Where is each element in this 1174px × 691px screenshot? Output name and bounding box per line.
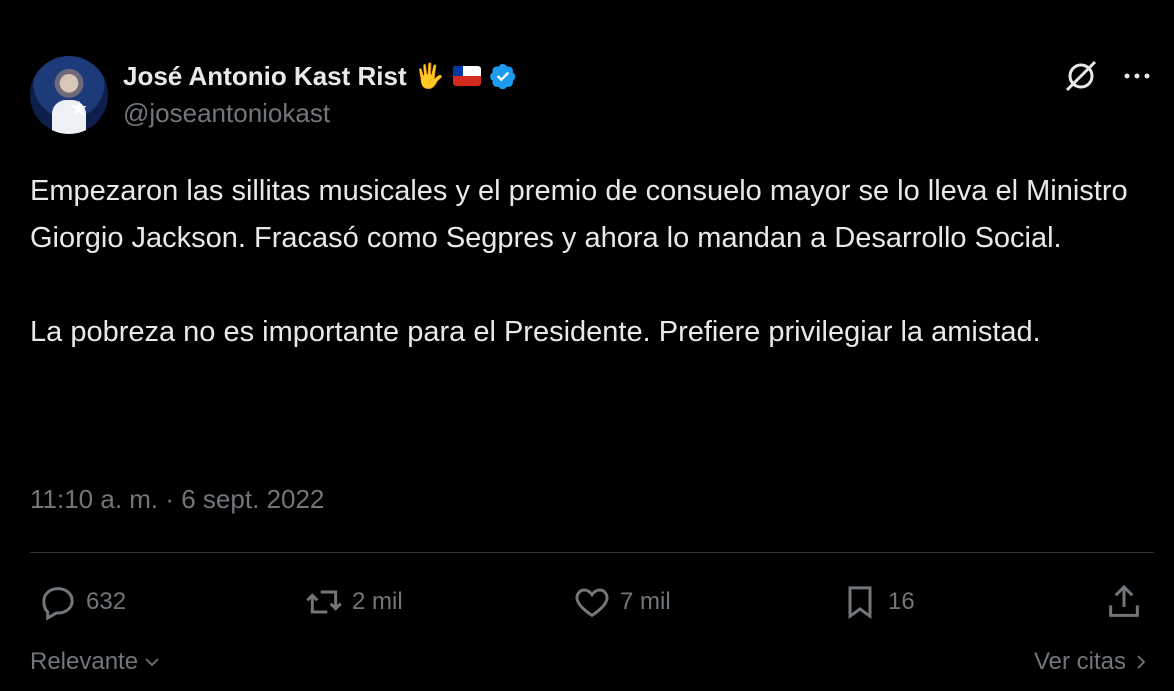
- sort-replies-dropdown[interactable]: Relevante: [30, 648, 162, 676]
- view-quotes-link[interactable]: Ver citas: [1034, 648, 1150, 676]
- verified-badge-icon[interactable]: [489, 62, 517, 90]
- reply-button[interactable]: 632: [38, 582, 126, 622]
- share-button[interactable]: [1104, 582, 1144, 622]
- tweet-timestamp[interactable]: 11:10 a. m. · 6 sept. 2022: [30, 484, 324, 515]
- author-handle[interactable]: @joseantoniokast: [123, 98, 330, 129]
- share-icon: [1109, 584, 1139, 617]
- chevron-right-icon: [1137, 655, 1146, 669]
- bookmark-count: 16: [888, 588, 915, 615]
- tweet-paragraph: Empezaron las sillitas musicales y el pr…: [30, 175, 1128, 254]
- like-icon: [575, 588, 609, 618]
- bookmark-button[interactable]: 16: [840, 582, 915, 622]
- like-button[interactable]: 7 mil: [572, 582, 671, 622]
- reply-count: 632: [86, 588, 127, 615]
- chevron-down-icon: [145, 658, 159, 667]
- grok-icon[interactable]: [1063, 58, 1099, 94]
- sort-label: Relevante: [30, 648, 139, 675]
- repost-button[interactable]: 2 mil: [304, 582, 403, 622]
- repost-count: 2 mil: [352, 588, 403, 615]
- like-count: 7 mil: [620, 588, 671, 615]
- tweet-paragraph: La pobreza no es importante para el Pres…: [30, 316, 1041, 348]
- reply-icon: [42, 587, 74, 621]
- bookmark-icon: [848, 586, 872, 620]
- author-name-row: José Antonio Kast Rist 🖐: [123, 58, 517, 94]
- divider: [30, 552, 1154, 553]
- tweet-text: Empezaron las sillitas musicales y el pr…: [30, 168, 1140, 356]
- star-icon: ★: [70, 98, 88, 120]
- avatar[interactable]: ★: [30, 56, 108, 134]
- repost-icon: [306, 590, 342, 614]
- author-name[interactable]: José Antonio Kast Rist: [123, 61, 407, 92]
- more-icon[interactable]: [1120, 62, 1154, 90]
- chile-flag-icon: [452, 66, 481, 86]
- hand-emoji-icon: 🖐: [414, 62, 445, 90]
- view-quotes-label: Ver citas: [1033, 648, 1126, 675]
